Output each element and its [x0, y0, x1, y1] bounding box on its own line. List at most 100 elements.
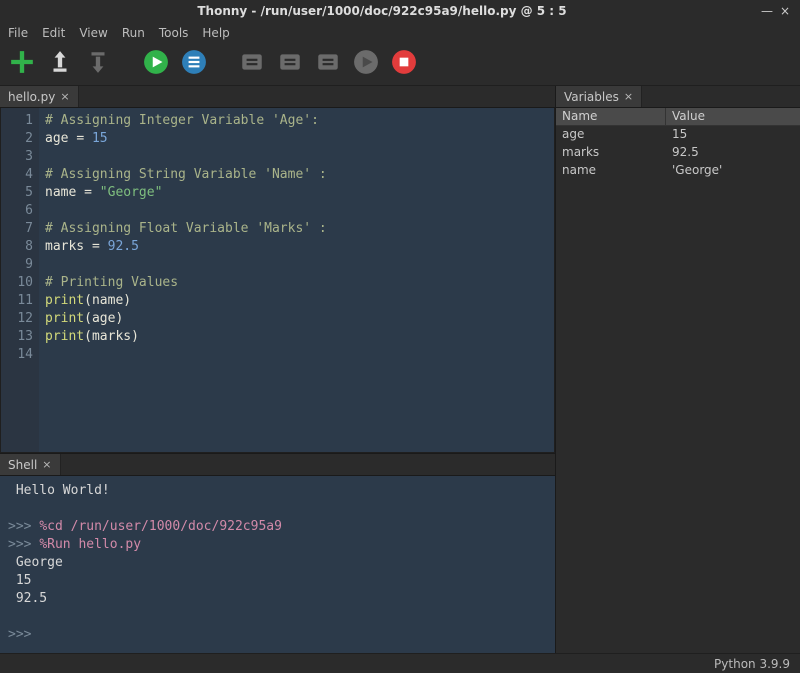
variables-row[interactable]: marks92.5	[556, 144, 800, 162]
menu-edit[interactable]: Edit	[42, 26, 65, 40]
shell-line: George	[8, 554, 547, 572]
code-line[interactable]: # Assigning Integer Variable 'Age':	[45, 112, 327, 130]
line-number: 9	[1, 256, 33, 274]
close-tab-icon[interactable]: ×	[60, 90, 69, 103]
save-icon	[85, 49, 111, 75]
save-file-button[interactable]	[84, 48, 112, 76]
window-minimize-button[interactable]: —	[758, 4, 776, 18]
step-over-button[interactable]	[238, 48, 266, 76]
status-bar: Python 3.9.9	[0, 653, 800, 673]
line-number: 1	[1, 112, 33, 130]
stop-icon	[391, 49, 417, 75]
shell-line	[8, 500, 547, 518]
python-version[interactable]: Python 3.9.9	[714, 657, 790, 671]
editor-tabbar: hello.py ×	[0, 86, 555, 108]
line-number: 5	[1, 184, 33, 202]
menu-view[interactable]: View	[79, 26, 107, 40]
editor-tab-label: hello.py	[8, 90, 55, 104]
code-line[interactable]: print(marks)	[45, 328, 327, 346]
resume-button[interactable]	[352, 48, 380, 76]
line-number: 8	[1, 238, 33, 256]
editor-tab-hello[interactable]: hello.py ×	[0, 86, 79, 107]
variable-name: age	[556, 126, 666, 144]
code-line[interactable]: print(name)	[45, 292, 327, 310]
shell-output[interactable]: Hello World! >>> %cd /run/user/1000/doc/…	[0, 476, 555, 653]
shell-tab-label: Shell	[8, 458, 37, 472]
toolbar	[0, 44, 800, 86]
code-line[interactable]	[45, 346, 327, 364]
code-line[interactable]: name = "George"	[45, 184, 327, 202]
code-line[interactable]	[45, 202, 327, 220]
variables-tab[interactable]: Variables ×	[556, 86, 642, 107]
variables-col-value[interactable]: Value	[666, 108, 711, 125]
line-number: 11	[1, 292, 33, 310]
line-number: 13	[1, 328, 33, 346]
variables-row[interactable]: name'George'	[556, 162, 800, 180]
shell-tab[interactable]: Shell ×	[0, 454, 61, 475]
code-line[interactable]: print(age)	[45, 310, 327, 328]
plus-icon	[9, 49, 35, 75]
line-number: 2	[1, 130, 33, 148]
variables-header: Name Value	[556, 108, 800, 126]
code-line[interactable]: age = 15	[45, 130, 327, 148]
shell-line: >>> %Run hello.py	[8, 536, 547, 554]
line-number: 12	[1, 310, 33, 328]
code-line[interactable]: # Printing Values	[45, 274, 327, 292]
debug-icon	[181, 49, 207, 75]
run-button[interactable]	[142, 48, 170, 76]
shell-line: Hello World!	[8, 482, 547, 500]
step-into-button[interactable]	[276, 48, 304, 76]
open-icon	[47, 49, 73, 75]
code-line[interactable]: marks = 92.5	[45, 238, 327, 256]
step-over-icon	[239, 49, 265, 75]
shell-tabbar: Shell ×	[0, 454, 555, 476]
menu-help[interactable]: Help	[202, 26, 229, 40]
debug-button[interactable]	[180, 48, 208, 76]
shell-line: 15	[8, 572, 547, 590]
play-icon	[143, 49, 169, 75]
variable-name: name	[556, 162, 666, 180]
line-number: 7	[1, 220, 33, 238]
shell-line: >>>	[8, 626, 547, 644]
line-number: 4	[1, 166, 33, 184]
window-close-button[interactable]: ×	[776, 4, 794, 18]
code-line[interactable]: # Assigning Float Variable 'Marks' :	[45, 220, 327, 238]
shell-line: >>> %cd /run/user/1000/doc/922c95a9	[8, 518, 547, 536]
menu-tools[interactable]: Tools	[159, 26, 189, 40]
variable-value: 15	[666, 126, 693, 144]
window-title: Thonny - /run/user/1000/doc/922c95a9/hel…	[6, 4, 758, 18]
new-file-button[interactable]	[8, 48, 36, 76]
menu-file[interactable]: File	[8, 26, 28, 40]
variable-value: 'George'	[666, 162, 728, 180]
step-out-icon	[315, 49, 341, 75]
variables-body[interactable]: age15marks92.5name'George'	[556, 126, 800, 653]
code-line[interactable]: # Assigning String Variable 'Name' :	[45, 166, 327, 184]
title-bar: Thonny - /run/user/1000/doc/922c95a9/hel…	[0, 0, 800, 22]
menu-run[interactable]: Run	[122, 26, 145, 40]
shell-line: 92.5	[8, 590, 547, 608]
menu-bar: File Edit View Run Tools Help	[0, 22, 800, 44]
step-into-icon	[277, 49, 303, 75]
line-number: 14	[1, 346, 33, 364]
variable-name: marks	[556, 144, 666, 162]
variables-col-name[interactable]: Name	[556, 108, 666, 125]
shell-line	[8, 608, 547, 626]
variables-row[interactable]: age15	[556, 126, 800, 144]
line-number: 3	[1, 148, 33, 166]
variable-value: 92.5	[666, 144, 705, 162]
resume-icon	[353, 49, 379, 75]
variables-tabbar: Variables ×	[556, 86, 800, 108]
close-variables-icon[interactable]: ×	[624, 90, 633, 103]
stop-button[interactable]	[390, 48, 418, 76]
code-area[interactable]: # Assigning Integer Variable 'Age':age =…	[39, 108, 333, 452]
code-line[interactable]	[45, 148, 327, 166]
line-number: 10	[1, 274, 33, 292]
close-shell-icon[interactable]: ×	[42, 458, 51, 471]
step-out-button[interactable]	[314, 48, 342, 76]
code-editor[interactable]: 1234567891011121314 # Assigning Integer …	[0, 108, 555, 453]
open-file-button[interactable]	[46, 48, 74, 76]
line-number: 6	[1, 202, 33, 220]
code-line[interactable]	[45, 256, 327, 274]
variables-tab-label: Variables	[564, 90, 619, 104]
line-number-gutter: 1234567891011121314	[1, 108, 39, 452]
